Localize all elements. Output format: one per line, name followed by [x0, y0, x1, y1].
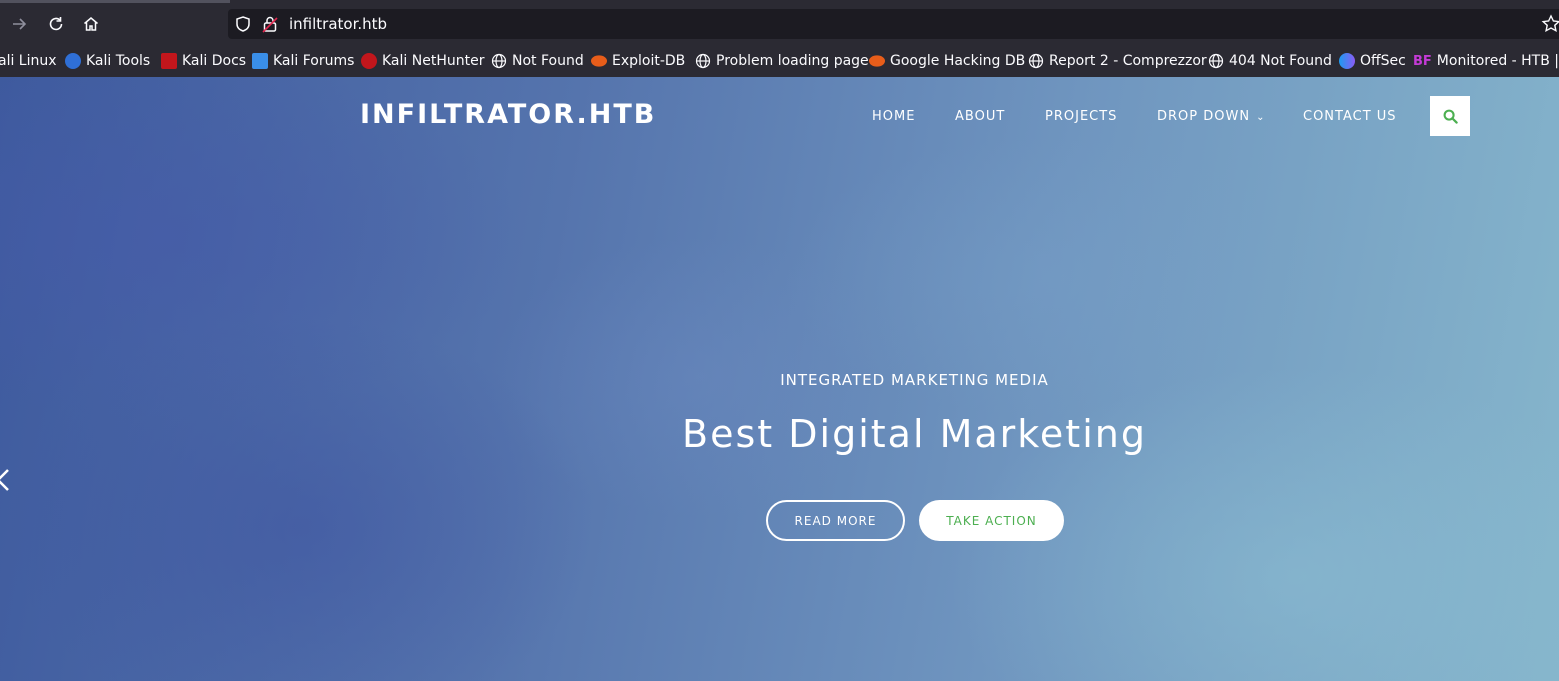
home-button[interactable]: [81, 14, 101, 34]
exploit-db-icon: [591, 55, 607, 67]
nav-dropdown-label: DROP DOWN: [1157, 109, 1251, 124]
bookmark-kali-forums[interactable]: Kali Forums: [252, 51, 354, 71]
bookmark-problem-loading[interactable]: Problem loading page: [695, 51, 869, 71]
address-bar[interactable]: infiltrator.htb: [228, 9, 1559, 39]
read-more-button[interactable]: READ MORE: [766, 500, 905, 541]
bookmark-offsec[interactable]: OffSec: [1339, 51, 1406, 71]
bookmark-kali-linux[interactable]: ali Linux: [0, 51, 57, 71]
hero-title: Best Digital Marketing: [682, 412, 1147, 456]
nav-home[interactable]: HOME: [872, 109, 915, 124]
forward-arrow-icon: [13, 18, 27, 30]
site-brand[interactable]: INFILTRATOR.HTB: [360, 99, 656, 130]
bookmark-report-2[interactable]: Report 2 - Comprezzor: [1028, 51, 1207, 71]
bookmark-star-icon[interactable]: [1541, 14, 1559, 34]
bookmark-label: Monitored - HTB | E: [1436, 53, 1559, 69]
bookmark-label: Report 2 - Comprezzor: [1049, 53, 1207, 69]
reload-button[interactable]: [46, 14, 66, 34]
active-tab-edge[interactable]: [0, 0, 230, 3]
nethunter-icon: [361, 53, 377, 69]
bookmark-label: Exploit-DB: [612, 53, 686, 69]
bookmarks-toolbar: ali Linux Kali Tools Kali Docs Kali Foru…: [0, 44, 1559, 78]
insecure-lock-icon[interactable]: [262, 15, 278, 33]
globe-icon: [491, 53, 507, 69]
bookmark-exploit-db[interactable]: Exploit-DB: [591, 51, 685, 71]
bookmark-label: Kali Tools: [86, 53, 151, 69]
bookmark-label: OffSec: [1360, 53, 1406, 69]
bookmark-404-not-found[interactable]: 404 Not Found: [1208, 51, 1332, 71]
url-text[interactable]: infiltrator.htb: [289, 15, 387, 33]
nav-projects[interactable]: PROJECTS: [1045, 109, 1117, 124]
kali-icon: [65, 53, 81, 69]
browser-toolbar: infiltrator.htb: [0, 4, 1559, 44]
take-action-button[interactable]: TAKE ACTION: [919, 500, 1064, 541]
hero-subtitle: INTEGRATED MARKETING MEDIA: [780, 371, 1049, 389]
globe-icon: [1028, 53, 1044, 69]
nav-dropdown[interactable]: DROP DOWN ⌄: [1157, 109, 1265, 124]
bookmark-label: Kali Docs: [182, 53, 247, 69]
bookmark-kali-nethunter[interactable]: Kali NetHunter: [361, 51, 484, 71]
bookmark-kali-tools[interactable]: Kali Tools: [65, 51, 150, 71]
home-icon: [84, 17, 98, 31]
globe-icon: [695, 53, 711, 69]
kali-forums-icon: [252, 53, 268, 69]
globe-icon: [1208, 53, 1224, 69]
bookmark-label: ali Linux: [0, 53, 57, 69]
bookmark-monitored-htb[interactable]: BF Monitored - HTB | E: [1413, 51, 1559, 71]
exploit-db-icon: [869, 55, 885, 67]
bookmark-label: 404 Not Found: [1229, 53, 1332, 69]
bookmark-label: Not Found: [512, 53, 584, 69]
nav-contact-us[interactable]: CONTACT US: [1303, 109, 1397, 124]
reload-icon: [49, 17, 63, 31]
chevron-down-icon: ⌄: [1256, 112, 1266, 123]
bookmark-label: Kali Forums: [273, 53, 355, 69]
forward-button[interactable]: [9, 14, 29, 34]
nav-about[interactable]: ABOUT: [955, 109, 1005, 124]
hero-section: INFILTRATOR.HTB HOME ABOUT PROJECTS DROP…: [0, 77, 1559, 681]
shield-icon[interactable]: [234, 15, 252, 33]
bookmark-not-found[interactable]: Not Found: [491, 51, 584, 71]
offsec-icon: [1339, 53, 1355, 69]
search-icon: [1443, 109, 1458, 124]
bookmark-label: Problem loading page: [716, 53, 869, 69]
kali-docs-icon: [161, 53, 177, 69]
bookmark-label: Kali NetHunter: [382, 53, 485, 69]
slider-prev-arrow-icon[interactable]: [0, 467, 10, 493]
bookmark-kali-docs[interactable]: Kali Docs: [161, 51, 246, 71]
bookmark-label: Google Hacking DB: [890, 53, 1026, 69]
bookmark-google-hacking-db[interactable]: Google Hacking DB: [869, 51, 1025, 71]
bf-icon: BF: [1413, 53, 1432, 69]
search-button[interactable]: [1430, 96, 1470, 136]
